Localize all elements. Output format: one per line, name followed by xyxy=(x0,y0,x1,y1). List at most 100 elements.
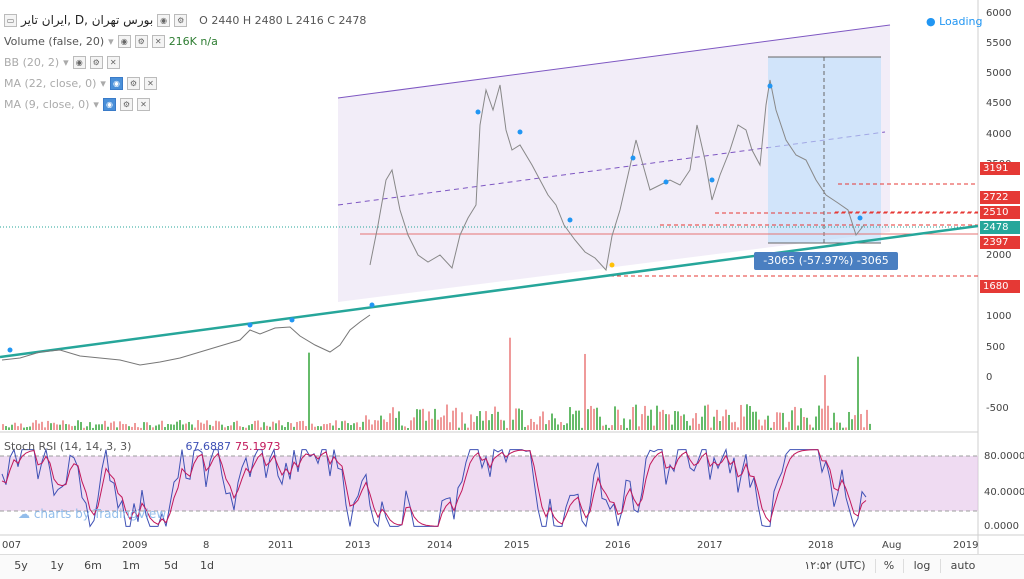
volume-bar xyxy=(668,414,670,430)
volume-bar xyxy=(548,420,550,430)
stoch-tick: 80.0000 xyxy=(984,451,1024,462)
watermark-text: charts by TradingView xyxy=(33,507,167,521)
volume-bar xyxy=(353,423,355,430)
volume-bar xyxy=(341,421,343,430)
volume-bar xyxy=(623,418,625,430)
volume-bar xyxy=(356,422,358,430)
volume-bar xyxy=(626,427,628,430)
indicator-volume[interactable]: Volume (false, 20) ▾ ◉ ⚙ ✕ 216K n/a xyxy=(4,35,218,48)
volume-bar xyxy=(47,420,49,430)
range-5y-button[interactable]: 5y xyxy=(10,558,32,574)
volume-bar xyxy=(179,420,181,430)
volume-bar xyxy=(116,427,118,430)
dropdown-icon[interactable]: ▾ xyxy=(93,98,99,111)
volume-bar xyxy=(443,415,445,430)
volume-bar xyxy=(299,421,301,430)
volume-bar xyxy=(839,422,841,430)
volume-bar xyxy=(599,416,601,430)
volume-bar xyxy=(392,407,394,430)
volume-bar xyxy=(203,423,205,430)
volume-bar xyxy=(188,421,190,430)
volume-bar xyxy=(425,420,427,430)
price-label-2510: 2510 xyxy=(980,206,1020,219)
volume-bar xyxy=(350,425,352,430)
volume-bar xyxy=(533,421,535,430)
volume-bar xyxy=(221,424,223,430)
volume-bar xyxy=(575,410,577,430)
volume-bar xyxy=(506,427,508,430)
range-5d-button[interactable]: 5d xyxy=(160,558,182,574)
price-tick: 0 xyxy=(986,372,993,383)
range-1m-button[interactable]: 1m xyxy=(120,558,142,574)
settings-icon[interactable]: ⚙ xyxy=(134,35,148,48)
dropdown-icon[interactable]: ▾ xyxy=(108,35,114,48)
volume-bar xyxy=(428,411,430,430)
volume-bar xyxy=(596,407,598,430)
settings-icon[interactable]: ⚙ xyxy=(119,98,133,111)
volume-bar xyxy=(572,414,574,430)
price-label-2397: 2397 xyxy=(980,236,1020,249)
volume-bar xyxy=(194,427,196,430)
log-toggle[interactable]: log xyxy=(910,558,934,574)
indicator-ma22[interactable]: MA (22, close, 0) ▾ ◉ ⚙ ✕ xyxy=(4,77,157,90)
collapse-icon[interactable]: ▭ xyxy=(4,13,17,27)
range-6m-button[interactable]: 6m xyxy=(82,558,104,574)
clock-display[interactable]: ۱۲:۵۲ (UTC) xyxy=(800,558,870,574)
volume-bar xyxy=(236,420,238,430)
volume-bar xyxy=(851,419,853,430)
volume-bar xyxy=(413,417,415,430)
percent-toggle[interactable]: % xyxy=(880,558,898,574)
auto-toggle[interactable]: auto xyxy=(948,558,978,574)
volume-bar xyxy=(674,410,676,430)
settings-icon[interactable]: ⚙ xyxy=(89,56,103,69)
volume-bar xyxy=(272,421,274,430)
price-label-text: 3191 xyxy=(983,163,1009,174)
settings-icon[interactable]: ⚙ xyxy=(126,77,140,90)
volume-bar xyxy=(71,426,73,430)
volume-bar xyxy=(119,421,121,430)
volume-bar xyxy=(281,425,283,430)
volume-bar xyxy=(473,421,475,430)
close-icon[interactable]: ✕ xyxy=(143,77,157,90)
price-label-2478: 2478 xyxy=(980,221,1020,234)
high-value: 2480 xyxy=(254,13,283,27)
range-1y-button[interactable]: 1y xyxy=(46,558,68,574)
volume-bar xyxy=(449,422,451,430)
eye-icon[interactable]: ◉ xyxy=(157,13,171,27)
volume-bar xyxy=(521,410,523,430)
eye-icon[interactable]: ◉ xyxy=(102,98,116,111)
volume-bar xyxy=(476,416,478,430)
dropdown-icon[interactable]: ▾ xyxy=(100,77,106,90)
indicator-ma9[interactable]: MA (9, close, 0) ▾ ◉ ⚙ ✕ xyxy=(4,98,150,111)
close-icon[interactable]: ✕ xyxy=(136,98,150,111)
close-icon[interactable]: ✕ xyxy=(106,56,120,69)
volume-bar xyxy=(791,410,793,430)
loading-indicator: ● Loading xyxy=(926,15,983,28)
volume-bar xyxy=(170,424,172,430)
volume-bar xyxy=(191,424,193,430)
indicator-bb[interactable]: BB (20, 2) ▾ ◉ ⚙ ✕ xyxy=(4,56,120,69)
volume-bar xyxy=(422,408,424,430)
settings-icon[interactable]: ⚙ xyxy=(174,13,188,27)
volume-bar xyxy=(632,407,634,430)
range-1d-button[interactable]: 1d xyxy=(196,558,218,574)
volume-bar xyxy=(539,416,541,430)
dropdown-icon[interactable]: ▾ xyxy=(63,56,69,69)
volume-bar xyxy=(494,406,496,430)
volume-bar xyxy=(17,426,19,430)
eye-icon[interactable]: ◉ xyxy=(109,77,123,90)
close-icon[interactable]: ✕ xyxy=(151,35,165,48)
volume-bar xyxy=(653,425,655,430)
volume-bar xyxy=(866,409,868,430)
volume-bar xyxy=(590,405,592,430)
close-label: C xyxy=(327,13,335,27)
volume-bar xyxy=(545,424,547,430)
eye-icon[interactable]: ◉ xyxy=(72,56,86,69)
volume-bar xyxy=(485,411,487,430)
eye-icon[interactable]: ◉ xyxy=(117,35,131,48)
volume-bar xyxy=(233,422,235,430)
tradingview-watermark[interactable]: ☁ charts by TradingView xyxy=(18,507,166,521)
stoch-legend[interactable]: Stoch RSI (14, 14, 3, 3) 67.6887 75.1973 xyxy=(4,440,280,453)
volume-bar xyxy=(854,415,856,430)
volume-bar xyxy=(644,405,646,430)
